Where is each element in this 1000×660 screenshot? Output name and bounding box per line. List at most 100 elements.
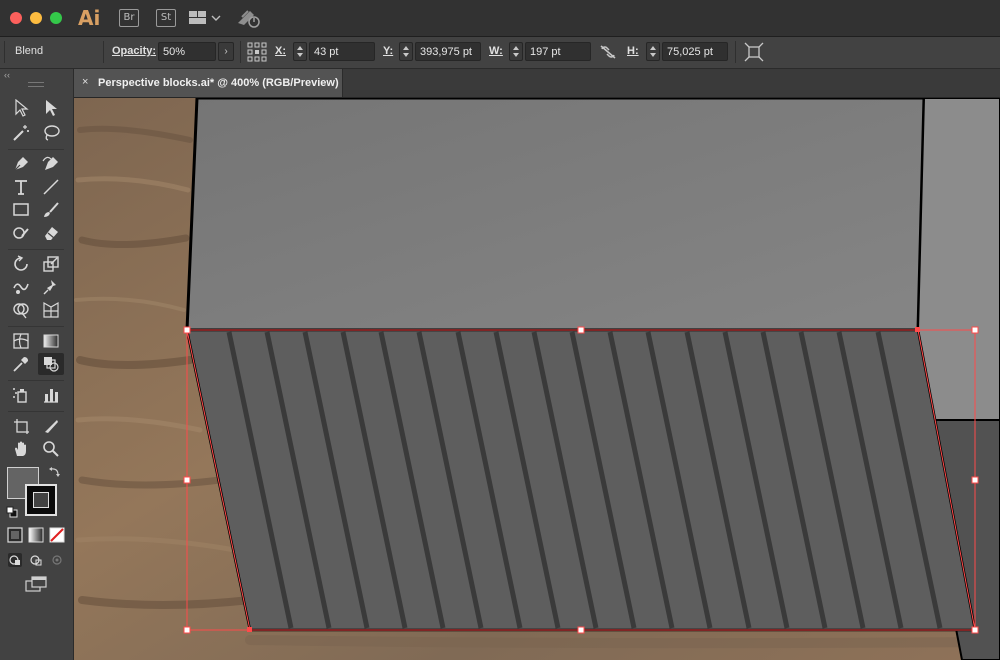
- gradient-mode-button[interactable]: [28, 527, 44, 543]
- document-tab[interactable]: × Perspective blocks.ai* @ 400% (RGB/Pre…: [74, 69, 343, 97]
- direct-selection-arrow-icon: [46, 100, 57, 116]
- hand-icon: [15, 441, 26, 456]
- stock-button[interactable]: St: [156, 9, 176, 27]
- reference-point-button[interactable]: [247, 42, 267, 62]
- slice-tool[interactable]: [38, 415, 64, 437]
- gradient-swatch-icon: [28, 527, 44, 543]
- w-label[interactable]: W:: [489, 45, 503, 57]
- handle-top-middle[interactable]: [577, 326, 585, 334]
- handle-bottom-middle[interactable]: [577, 626, 585, 634]
- artwork[interactable]: [74, 98, 1000, 660]
- perspective-grid-tool[interactable]: [38, 299, 64, 321]
- x-stepper[interactable]: [293, 42, 307, 61]
- shape-builder-tool[interactable]: [8, 299, 34, 321]
- y-stepper[interactable]: [399, 42, 413, 61]
- default-fill-stroke-button[interactable]: [6, 505, 18, 518]
- rotate-tool[interactable]: [8, 253, 34, 275]
- symbol-sprayer-icon: [13, 388, 27, 403]
- block-top-face[interactable]: [185, 98, 926, 332]
- stroke-color-swatch[interactable]: [25, 484, 57, 516]
- zoom-tool[interactable]: [38, 438, 64, 460]
- constrain-proportions-button[interactable]: [598, 43, 618, 61]
- window-maximize-button[interactable]: [50, 12, 62, 24]
- scale-tool[interactable]: [38, 253, 64, 275]
- symbol-sprayer-tool[interactable]: [8, 384, 34, 406]
- change-screen-mode-button[interactable]: [24, 575, 48, 593]
- swap-fill-stroke-button[interactable]: [48, 465, 62, 479]
- anchor-point[interactable]: [915, 327, 920, 332]
- y-label-text: Y:: [383, 45, 394, 57]
- collapse-panel-button[interactable]: ‹‹: [4, 70, 10, 80]
- x-label[interactable]: X:: [275, 45, 286, 57]
- gradient-tool[interactable]: [38, 330, 64, 352]
- pen-tool[interactable]: [8, 153, 34, 175]
- h-field[interactable]: 75,025 pt: [662, 42, 728, 61]
- magic-wand-tool[interactable]: [8, 122, 34, 144]
- y-field[interactable]: 393,975 pt: [415, 42, 481, 61]
- selection-type-label: Blend: [15, 45, 44, 57]
- w-field[interactable]: 197 pt: [525, 42, 591, 61]
- blend-icon: [44, 357, 59, 372]
- x-field[interactable]: 43 pt: [309, 42, 375, 61]
- direct-selection-tool[interactable]: [38, 97, 64, 119]
- panel-grip[interactable]: [28, 82, 44, 87]
- hand-tool[interactable]: [8, 438, 34, 460]
- perspective-grid-icon: [43, 301, 59, 318]
- opacity-field[interactable]: 50%: [158, 42, 216, 61]
- anchor-point[interactable]: [247, 627, 252, 632]
- artboard-canvas[interactable]: [74, 98, 1000, 660]
- paintbrush-tool[interactable]: [38, 199, 64, 221]
- arrange-documents-button[interactable]: [188, 9, 222, 27]
- line-segment-tool[interactable]: [38, 176, 64, 198]
- curvature-tool[interactable]: [38, 153, 64, 175]
- bridge-button[interactable]: Br: [119, 9, 139, 27]
- tools-panel: ‹‹: [0, 69, 74, 660]
- transform-button[interactable]: [744, 42, 764, 62]
- window-close-button[interactable]: [10, 12, 22, 24]
- close-document-icon[interactable]: ×: [82, 76, 88, 88]
- handle-middle-left[interactable]: [183, 476, 191, 484]
- h-stepper[interactable]: [646, 42, 660, 61]
- warp-tool[interactable]: [8, 276, 34, 298]
- handle-bottom-left[interactable]: [183, 626, 191, 634]
- draw-inside-button[interactable]: [49, 552, 65, 568]
- gpu-performance-button[interactable]: [236, 7, 264, 29]
- right-block-top-face[interactable]: [914, 98, 1000, 421]
- column-graph-tool[interactable]: [38, 384, 64, 406]
- handle-top-left[interactable]: [183, 326, 191, 334]
- x-label-text: X:: [275, 45, 286, 57]
- draw-normal-button[interactable]: [7, 552, 23, 568]
- y-label[interactable]: Y:: [383, 45, 393, 57]
- mesh-tool[interactable]: [8, 330, 34, 352]
- handle-middle-right[interactable]: [971, 476, 979, 484]
- eyedropper-tool[interactable]: [8, 353, 34, 375]
- lasso-tool[interactable]: [38, 122, 64, 144]
- puppet-warp-tool[interactable]: [38, 276, 64, 298]
- opacity-dropdown-button[interactable]: ›: [218, 42, 234, 61]
- illustrator-logo: Ai: [78, 6, 101, 30]
- handle-bottom-right[interactable]: [971, 626, 979, 634]
- opacity-label[interactable]: Opacity:: [112, 45, 156, 57]
- none-mode-button[interactable]: [49, 527, 65, 543]
- rectangle-icon: [13, 203, 29, 216]
- blend-tool[interactable]: [38, 353, 64, 375]
- control-bar-grip: [4, 41, 5, 63]
- h-label-text: H:: [627, 45, 639, 57]
- color-mode-button[interactable]: [7, 527, 23, 543]
- window-minimize-button[interactable]: [30, 12, 42, 24]
- type-tool[interactable]: [8, 176, 34, 198]
- rectangle-tool[interactable]: [8, 199, 34, 221]
- draw-behind-button[interactable]: [28, 552, 44, 568]
- solid-color-icon: [7, 527, 23, 543]
- w-stepper[interactable]: [509, 42, 523, 61]
- handle-top-right[interactable]: [971, 326, 979, 334]
- artboard-tool[interactable]: [8, 415, 34, 437]
- selection-tool[interactable]: [8, 97, 34, 119]
- h-label[interactable]: H:: [627, 45, 639, 57]
- shaper-tool[interactable]: [8, 222, 34, 244]
- warp-icon: [13, 283, 29, 294]
- eraser-tool[interactable]: [38, 222, 64, 244]
- divider: [735, 41, 736, 63]
- tool-divider: [8, 249, 64, 250]
- layout-grid-icon: [189, 11, 221, 24]
